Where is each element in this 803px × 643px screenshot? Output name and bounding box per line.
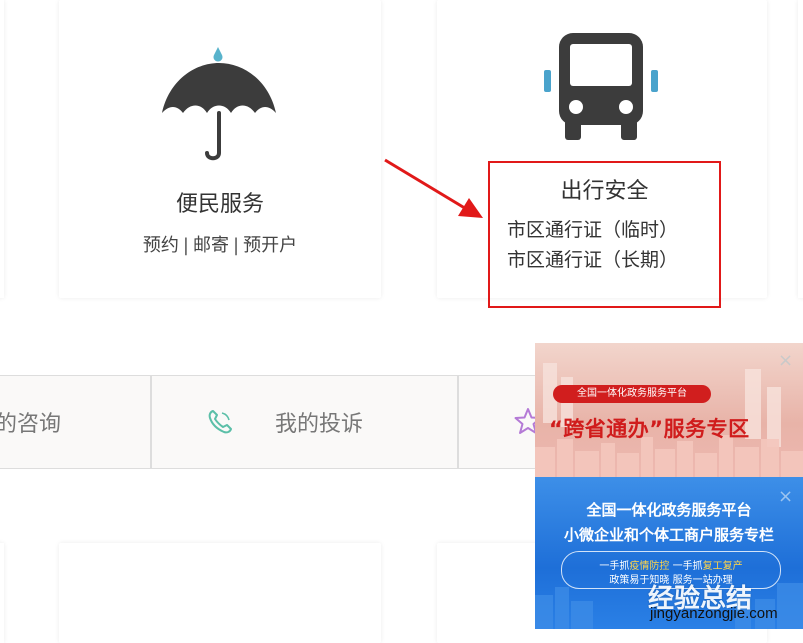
annotation-arrow [384,158,483,218]
ad-platform-badge: 全国一体化政务服务平台 [553,385,711,403]
tab-divider [150,376,152,468]
link-appointment[interactable]: 预约 [143,235,179,256]
link-city-pass-long-term[interactable]: 市区通行证（长期） [507,245,678,272]
ad-line-1: 全国一体化政务服务平台 [586,501,752,519]
link-city-pass-temporary[interactable]: 市区通行证（临时） [507,215,678,242]
link-pre-open-account[interactable]: 预开户 [243,235,297,256]
watermark-url: jingyanzongjie.com [650,605,778,622]
link-separator: | [233,235,240,256]
skyline-graphic [535,363,803,477]
service-card-convenience: 便民服务 预约 | 邮寄 | 预开户 [59,0,381,298]
ad-close-icon[interactable]: × [778,352,793,370]
ad-slogan-line-1: 一手抓疫情防控 一手抓复工复产 [562,557,780,572]
bus-icon [544,33,658,140]
link-mail[interactable]: 邮寄 [193,235,229,256]
tab-complaint-label[interactable]: 我的投诉 [275,406,363,438]
ad-headline: “跨省通办”服务专区 [549,417,750,441]
phone-icon[interactable] [207,409,233,435]
card-title: 出行安全 [560,179,649,204]
umbrella-icon [162,47,276,161]
card-links: 预约 | 邮寄 | 预开户 [59,231,381,257]
ad-line-2: 小微企业和个体工商户服务专栏 [563,526,774,544]
partial-card-right [798,0,803,298]
link-separator: | [182,235,189,256]
tab-consult-label[interactable]: 的咨询 [0,406,61,438]
annotation-highlight-box: 出行安全 市区通行证（临时） 市区通行证（长期） [488,161,721,308]
partial-card-left [0,0,4,298]
partial-card-bottom-left-edge [0,543,4,643]
tab-bar: 的咨询 我的投诉 [0,375,560,469]
tab-divider [457,376,459,468]
card-title: 便民服务 [175,192,264,217]
ad-banner-cross-province[interactable]: × 全国一体化政务服务平台 “跨省通办”服务专区 [535,343,803,477]
service-card-bottom-1 [59,543,381,643]
